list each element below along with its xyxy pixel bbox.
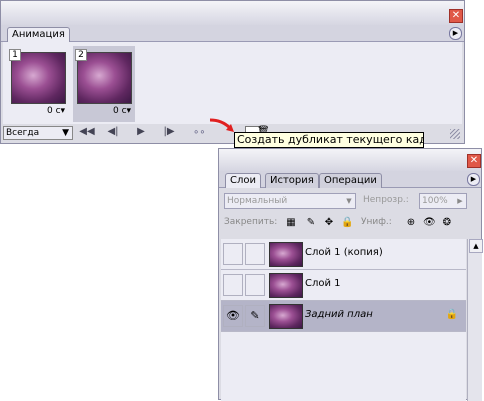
layer-name: Слой 1 (копия) (305, 247, 383, 258)
frame-delay-value: 0 с (113, 106, 127, 116)
scroll-up-icon[interactable]: ▲ (469, 239, 483, 253)
brush-icon: ✎ (250, 309, 260, 322)
lock-all-icon[interactable]: 🔒 (341, 217, 353, 229)
tab-history[interactable]: История (265, 173, 319, 188)
play-icon[interactable]: ▶ (131, 126, 151, 138)
layers-scrollbar[interactable]: ▲ (467, 239, 483, 401)
blend-mode-select[interactable]: Нормальный ▼ (224, 193, 356, 209)
unify-visibility-icon[interactable]: 👁 (423, 217, 436, 229)
resize-grip-icon[interactable] (450, 129, 460, 139)
animation-titlebar[interactable]: ✕ (1, 1, 464, 25)
close-icon[interactable]: ✕ (467, 154, 481, 168)
layers-titlebar[interactable]: ✕ (219, 149, 481, 171)
next-frame-icon[interactable]: |▶ (159, 126, 179, 138)
layers-panel: ✕ Слои История Операции ▶ Нормальный ▼ Не… (218, 148, 483, 401)
frame-delay-value: 0 с (47, 106, 61, 116)
link-toggle[interactable] (245, 274, 265, 296)
blend-row: Нормальный ▼ Непрозр.: 100% ▶ (219, 193, 481, 211)
lock-paint-icon[interactable]: ✎ (305, 217, 317, 229)
tab-animation[interactable]: Анимация (7, 27, 70, 42)
frame-delay[interactable]: 0 с▾ (113, 106, 131, 116)
unify-position-icon[interactable]: ⊕ (405, 217, 417, 229)
layer-row[interactable]: 👁 ✎ Задний план 🔒 (221, 301, 466, 332)
loop-select[interactable]: Всегда ▼ (3, 126, 73, 140)
unify-style-icon[interactable]: ❂ (441, 217, 453, 229)
animation-frame[interactable]: 1 0 с▾ (7, 46, 69, 122)
lock-move-icon[interactable]: ✥ (323, 217, 335, 229)
layer-name: Задний план (305, 309, 373, 320)
frame-delay[interactable]: 0 с▾ (47, 106, 65, 116)
tooltip: Создать дубликат текущего кадра (234, 132, 424, 148)
eye-icon: 👁 (226, 309, 240, 322)
loop-value: Всегда (6, 128, 40, 138)
frame-number: 1 (9, 49, 21, 61)
layer-name: Слой 1 (305, 278, 341, 289)
layer-list: Слой 1 (копия) Слой 1 👁 ✎ Задний план 🔒 (221, 239, 466, 401)
layer-row[interactable]: Слой 1 (221, 270, 466, 301)
layers-tabstrip: Слои История Операции ▶ (219, 171, 481, 188)
animation-frame[interactable]: 2 0 с▾ (73, 46, 135, 122)
lock-icon: 🔒 (445, 309, 458, 320)
frame-number: 2 (75, 49, 87, 61)
frames-area: 1 0 с▾ 2 0 с▾ (3, 42, 462, 124)
lock-row: Закрепить: ▦ ✎ ✥ 🔒 Униф.: ⊕ 👁 ❂ (219, 217, 481, 231)
chevron-down-icon: ▼ (62, 128, 69, 138)
opacity-label: Непрозр.: (363, 195, 409, 205)
animation-tabstrip: Анимация ▶ (1, 25, 464, 42)
tab-actions[interactable]: Операции (319, 173, 382, 188)
opacity-field[interactable]: 100% ▶ (419, 193, 467, 209)
lock-label: Закрепить: (224, 217, 278, 227)
layer-row[interactable]: Слой 1 (копия) (221, 239, 466, 270)
layer-thumbnail (269, 242, 303, 267)
link-toggle[interactable] (245, 243, 265, 265)
panel-menu-icon[interactable]: ▶ (449, 27, 462, 40)
visibility-toggle[interactable] (223, 274, 243, 296)
layer-thumbnail (269, 273, 303, 298)
close-icon[interactable]: ✕ (449, 9, 463, 23)
tab-layers[interactable]: Слои (225, 173, 261, 188)
chevron-right-icon: ▶ (457, 197, 463, 205)
lock-transparency-icon[interactable]: ▦ (285, 217, 297, 229)
unify-label: Униф.: (361, 217, 392, 227)
first-frame-icon[interactable]: ◀◀ (77, 126, 97, 138)
panel-menu-icon[interactable]: ▶ (467, 173, 480, 186)
chevron-down-icon: ▼ (346, 197, 352, 205)
link-toggle[interactable]: ✎ (245, 305, 265, 327)
visibility-toggle[interactable] (223, 243, 243, 265)
prev-frame-icon[interactable]: ◀| (103, 126, 123, 138)
blend-mode-value: Нормальный (227, 196, 288, 206)
layer-thumbnail (269, 304, 303, 329)
opacity-value: 100% (422, 196, 448, 206)
visibility-toggle[interactable]: 👁 (223, 305, 243, 327)
